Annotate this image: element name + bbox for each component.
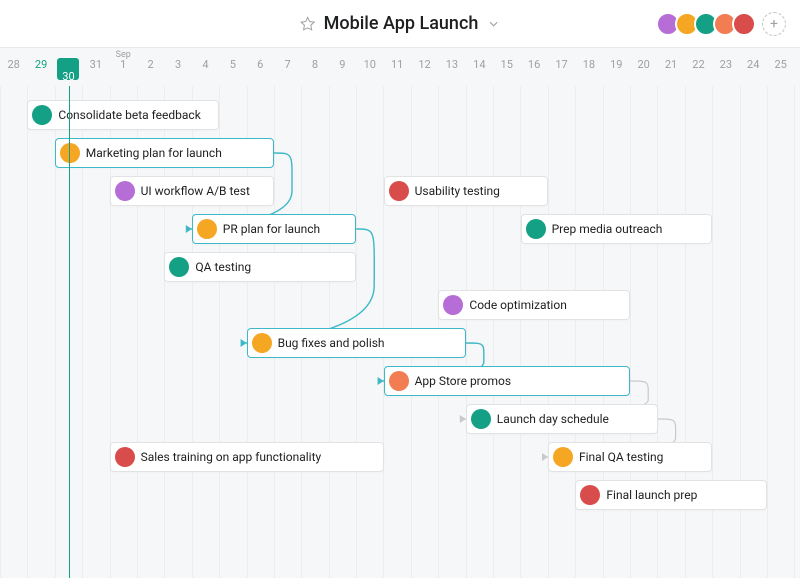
task-label: Launch day schedule <box>497 412 609 426</box>
assignee-avatar <box>169 257 189 277</box>
axis-day: 25 <box>767 58 794 86</box>
axis-day: 13 <box>438 58 465 86</box>
task-bar[interactable]: Sales training on app functionality <box>110 442 384 472</box>
task-label: Sales training on app functionality <box>141 450 322 464</box>
task-label: UI workflow A/B test <box>141 184 250 198</box>
task-label: Usability testing <box>415 184 500 198</box>
axis-day: 12 <box>411 58 438 86</box>
task-bar[interactable]: Bug fixes and polish <box>247 328 466 358</box>
assignee-avatar <box>471 409 491 429</box>
task-bar[interactable]: Code optimization <box>438 290 630 320</box>
task-label: Prep media outreach <box>552 222 663 236</box>
axis-day: 16 <box>520 58 547 86</box>
axis-day: 23 <box>712 58 739 86</box>
assignee-avatar <box>115 181 135 201</box>
task-bar[interactable]: UI workflow A/B test <box>110 176 274 206</box>
axis-day: 20 <box>630 58 657 86</box>
task-bar[interactable]: Prep media outreach <box>521 214 713 244</box>
task-bar[interactable]: Final launch prep <box>575 480 767 510</box>
task-bar[interactable]: Marketing plan for launch <box>55 138 274 168</box>
assignee-avatar <box>115 447 135 467</box>
assignee-avatar <box>443 295 463 315</box>
task-bar[interactable]: Launch day schedule <box>466 404 658 434</box>
axis-day: 31 <box>82 58 109 86</box>
axis-day: 18 <box>575 58 602 86</box>
task-bar[interactable]: PR plan for launch <box>192 214 356 244</box>
project-title[interactable]: Mobile App Launch <box>324 13 479 34</box>
axis-day: 17 <box>548 58 575 86</box>
assignee-avatar <box>197 219 217 239</box>
task-bar[interactable]: Usability testing <box>384 176 548 206</box>
axis-day: 6 <box>247 58 274 86</box>
axis-day: 28 <box>0 58 27 86</box>
axis-day: 30 <box>55 58 82 86</box>
axis-day: 2 <box>137 58 164 86</box>
task-label: Bug fixes and polish <box>278 336 385 350</box>
task-bars-layer: Consolidate beta feedback Marketing plan… <box>0 86 800 578</box>
star-icon[interactable] <box>300 16 316 32</box>
axis-day: 29 <box>27 58 54 86</box>
axis-day: Sep1 <box>110 58 137 86</box>
task-bar[interactable]: Final QA testing <box>548 442 712 472</box>
today-marker-line <box>69 86 70 578</box>
add-member-button[interactable]: + <box>762 12 786 36</box>
axis-day: 15 <box>493 58 520 86</box>
axis-day: 4 <box>192 58 219 86</box>
axis-day: 3 <box>164 58 191 86</box>
axis-day: 10 <box>356 58 383 86</box>
assignee-avatar <box>252 333 272 353</box>
task-label: PR plan for launch <box>223 222 320 236</box>
axis-day: 9 <box>329 58 356 86</box>
axis-day: 26 <box>794 58 800 86</box>
assignee-avatar <box>32 105 52 125</box>
task-label: Final launch prep <box>606 488 697 502</box>
assignee-avatar <box>553 447 573 467</box>
assignee-avatar <box>60 143 80 163</box>
task-label: Final QA testing <box>579 450 663 464</box>
axis-day: 19 <box>603 58 630 86</box>
axis-day: 7 <box>274 58 301 86</box>
assignee-avatar <box>526 219 546 239</box>
task-bar[interactable]: Consolidate beta feedback <box>27 100 219 130</box>
task-bar[interactable]: App Store promos <box>384 366 631 396</box>
assignee-avatar <box>389 181 409 201</box>
member-avatar[interactable] <box>732 12 756 36</box>
task-label: Marketing plan for launch <box>86 146 222 160</box>
header-center: Mobile App Launch <box>300 13 501 34</box>
axis-day: 14 <box>466 58 493 86</box>
task-label: Code optimization <box>469 298 566 312</box>
axis-day: 8 <box>301 58 328 86</box>
axis-day: 24 <box>740 58 767 86</box>
member-avatars: + <box>656 12 786 36</box>
axis-day: 22 <box>685 58 712 86</box>
axis-day: 5 <box>219 58 246 86</box>
axis-day: 21 <box>657 58 684 86</box>
task-label: Consolidate beta feedback <box>58 108 200 122</box>
header-bar: Mobile App Launch + <box>0 0 800 48</box>
timeline-axis: 28293031Sep12345678910111213141516171819… <box>0 48 800 86</box>
assignee-avatar <box>580 485 600 505</box>
axis-day: 11 <box>383 58 410 86</box>
task-bar[interactable]: QA testing <box>164 252 356 282</box>
assignee-avatar <box>389 371 409 391</box>
task-label: QA testing <box>195 260 251 274</box>
chevron-down-icon[interactable] <box>486 17 500 31</box>
task-label: App Store promos <box>415 374 511 388</box>
gantt-area[interactable]: Consolidate beta feedback Marketing plan… <box>0 86 800 578</box>
